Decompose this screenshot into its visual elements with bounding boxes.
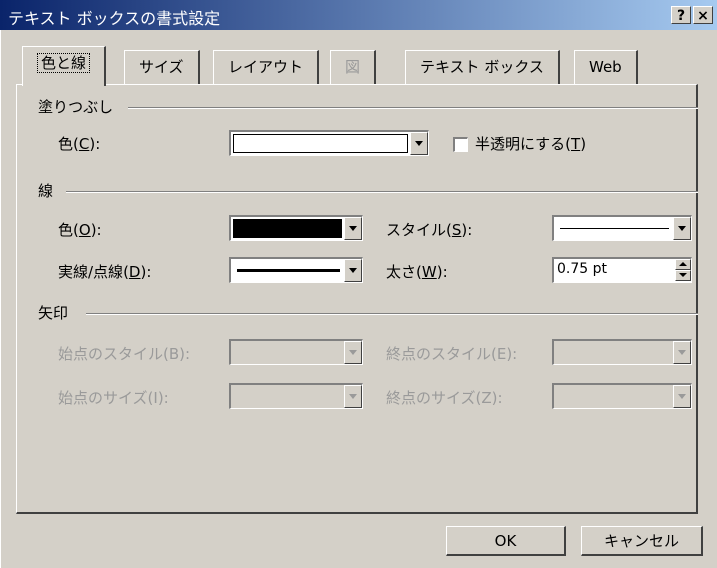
fill-heading: 塗りつぶし	[38, 98, 114, 116]
chevron-down-icon[interactable]	[673, 217, 691, 240]
spin-down-icon[interactable]	[675, 270, 691, 281]
line-weight-value: 0.75 pt	[557, 261, 607, 277]
semitransparent-checkbox[interactable]	[453, 137, 468, 152]
tab-text-box[interactable]: テキスト ボックス	[405, 50, 560, 84]
chevron-down-icon[interactable]	[410, 132, 428, 155]
close-button[interactable]: ×	[693, 6, 713, 24]
begin-style-label: 始点のスタイル(B):	[58, 345, 191, 363]
end-size-dropdown[interactable]	[552, 383, 692, 409]
arrows-divider	[86, 313, 698, 315]
line-style-label: スタイル(S):	[386, 221, 473, 239]
ok-button[interactable]: OK	[446, 526, 566, 556]
tab-size[interactable]: サイズ	[124, 50, 200, 84]
line-style-preview	[556, 219, 671, 238]
fill-divider	[128, 107, 698, 109]
title-bar: テキスト ボックスの書式設定 ? ×	[0, 0, 717, 30]
line-style-dropdown[interactable]	[552, 215, 692, 241]
line-heading: 線	[38, 182, 54, 200]
chevron-down-icon[interactable]	[673, 341, 691, 364]
line-weight-spinbox[interactable]: 0.75 pt	[552, 257, 692, 283]
chevron-down-icon[interactable]	[344, 341, 362, 364]
line-dash-label: 実線/点線(D):	[58, 263, 152, 281]
help-button[interactable]: ?	[671, 6, 691, 24]
chevron-down-icon[interactable]	[673, 385, 691, 408]
line-dash-preview	[233, 261, 342, 280]
end-style-dropdown[interactable]	[552, 339, 692, 365]
begin-size-dropdown[interactable]	[229, 383, 363, 409]
line-color-dropdown[interactable]	[229, 215, 363, 241]
begin-size-label: 始点のサイズ(I):	[58, 389, 169, 407]
line-color-swatch	[233, 219, 342, 238]
fill-color-label: 色(C):	[58, 135, 101, 153]
semitransparent-label[interactable]: 半透明にする(T)	[475, 133, 586, 154]
spin-up-icon[interactable]	[675, 259, 691, 270]
line-dash-dropdown[interactable]	[229, 257, 363, 283]
tab-color-and-lines[interactable]: 色と線	[22, 46, 107, 86]
fill-color-swatch	[233, 134, 408, 153]
line-color-label: 色(O):	[58, 221, 102, 239]
tab-layout[interactable]: レイアウト	[213, 50, 320, 84]
window-title: テキスト ボックスの書式設定	[8, 9, 221, 28]
end-size-label: 終点のサイズ(Z):	[386, 389, 503, 407]
begin-style-dropdown[interactable]	[229, 339, 363, 365]
line-divider	[66, 191, 698, 193]
chevron-down-icon[interactable]	[344, 385, 362, 408]
chevron-down-icon[interactable]	[344, 259, 362, 282]
arrows-heading: 矢印	[38, 304, 69, 322]
end-style-label: 終点のスタイル(E):	[386, 345, 518, 363]
line-weight-label: 太さ(W):	[386, 263, 448, 281]
tab-picture[interactable]: 図	[330, 50, 377, 84]
fill-color-dropdown[interactable]	[229, 130, 429, 156]
tab-web[interactable]: Web	[574, 50, 638, 84]
chevron-down-icon[interactable]	[344, 217, 362, 240]
cancel-button[interactable]: キャンセル	[581, 526, 703, 556]
tab-label: 色と線	[37, 53, 91, 73]
